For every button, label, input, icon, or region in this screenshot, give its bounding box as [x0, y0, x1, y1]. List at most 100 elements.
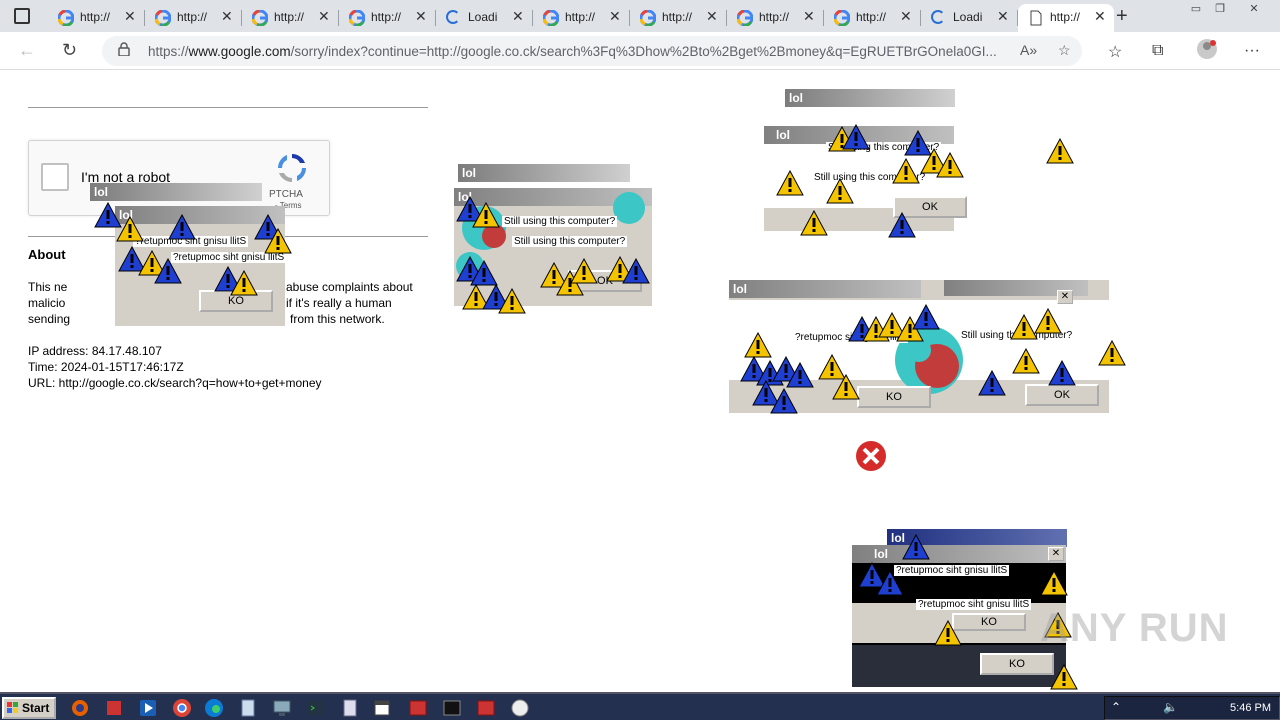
- tab-close-icon[interactable]: ✕: [221, 8, 233, 25]
- dialog-message: ?retupmoc siht gnisu llitS: [894, 565, 1010, 576]
- settings-more-icon[interactable]: ···: [1244, 42, 1260, 60]
- tab-close-icon[interactable]: ✕: [124, 8, 136, 25]
- google-icon: [252, 10, 268, 26]
- profile-avatar[interactable]: [1196, 38, 1218, 65]
- document-taskbar-icon[interactable]: [340, 698, 362, 718]
- browser-tab[interactable]: http:// ✕: [533, 4, 630, 32]
- tab-close-icon[interactable]: ✕: [512, 8, 524, 25]
- tab-close-icon[interactable]: ✕: [803, 8, 815, 25]
- recaptcha-widget: I'm not a robot PTCHA - Terms: [28, 140, 330, 216]
- collections-icon[interactable]: ⧉: [1152, 42, 1163, 60]
- about-text-right-2: if it's really a human: [286, 296, 392, 310]
- tab-close-icon[interactable]: ✕: [415, 8, 427, 25]
- tab-close-icon[interactable]: ✕: [997, 8, 1009, 25]
- ko-button[interactable]: KO: [857, 386, 931, 408]
- tab-strip: http://✕ http://✕ http://✕ http://✕ Loadi ✕ ht…: [0, 0, 1280, 32]
- close-window-button[interactable]: ✕: [1242, 2, 1266, 16]
- about-heading: About: [28, 247, 66, 262]
- tab-close-icon[interactable]: ✕: [609, 8, 621, 25]
- tab-label: http://: [565, 10, 596, 24]
- tab-close-icon[interactable]: ✕: [706, 8, 718, 25]
- about-text-right-1: abuse complaints about: [286, 280, 413, 294]
- media-player-taskbar-icon[interactable]: [138, 698, 160, 718]
- volume-icon[interactable]: 🔈: [1163, 700, 1178, 714]
- browser-tab[interactable]: Loadi ✕: [921, 4, 1018, 32]
- lock-icon: [118, 42, 130, 56]
- tab-label: Loadi: [468, 10, 498, 24]
- chrome-taskbar-icon[interactable]: [172, 698, 194, 718]
- browser-tab[interactable]: http:// ✕: [242, 4, 339, 32]
- new-tab-button[interactable]: +: [1116, 5, 1128, 28]
- ok-button[interactable]: OK: [1025, 384, 1099, 406]
- computer-taskbar-icon[interactable]: [272, 698, 294, 718]
- browser-tab[interactable]: http:// ✕: [145, 4, 242, 32]
- calendar-taskbar-icon[interactable]: [372, 698, 394, 718]
- dialog-titlebar-ghost: lol: [458, 164, 630, 182]
- windows-flag-icon: [7, 702, 18, 713]
- terminal-taskbar-icon[interactable]: [306, 698, 328, 718]
- taskbar: Start ⌃ 🔈 5:46 PM: [0, 692, 1280, 720]
- tab-label: http://: [856, 10, 887, 24]
- anyrun-watermark: ANY RUN: [1040, 606, 1229, 650]
- browser-tab[interactable]: http:// ✕: [727, 4, 824, 32]
- paint-taskbar-icon[interactable]: [510, 698, 532, 718]
- dialog-message: Still using this computer?: [502, 216, 618, 227]
- window-taskbar-icon[interactable]: [476, 698, 498, 718]
- refresh-button[interactable]: ↻: [62, 40, 77, 61]
- tray-arrow-icon[interactable]: ⌃: [1111, 700, 1121, 714]
- dialog-titlebar-ghost: lol: [785, 89, 955, 107]
- browser-tab[interactable]: http:// ✕: [1018, 4, 1114, 32]
- firefox-taskbar-icon[interactable]: [70, 698, 92, 718]
- ko-button[interactable]: KO: [980, 653, 1054, 675]
- recaptcha-logo-icon: [278, 154, 306, 182]
- recaptcha-brand: PTCHA: [269, 189, 303, 200]
- tab-label: http://: [371, 10, 402, 24]
- tab-label: http://: [1050, 10, 1081, 24]
- edge-taskbar-icon[interactable]: [204, 698, 226, 718]
- timestamp: Time: 2024-01-15T17:46:17Z: [28, 360, 184, 374]
- tab-close-icon[interactable]: ✕: [318, 8, 330, 25]
- url-text[interactable]: https://www.google.com/sorry/index?conti…: [148, 44, 1008, 59]
- tab-label: http://: [274, 10, 305, 24]
- browser-tab[interactable]: http:// ✕: [339, 4, 436, 32]
- tab-label: Loadi: [953, 10, 983, 24]
- app-taskbar-icon[interactable]: [104, 698, 126, 718]
- window-taskbar-icon[interactable]: [408, 698, 430, 718]
- back-button[interactable]: ←: [18, 40, 36, 61]
- google-icon: [640, 10, 656, 26]
- restore-button[interactable]: ❐: [1208, 2, 1232, 16]
- dialog-titlebar[interactable]: lol: [729, 280, 921, 298]
- tab-close-icon[interactable]: ✕: [1094, 8, 1106, 25]
- about-text-left-2: malicio: [28, 296, 66, 310]
- loading-icon: [446, 10, 462, 26]
- tab-label: http://: [759, 10, 790, 24]
- tab-label: http://: [662, 10, 693, 24]
- google-icon: [543, 10, 559, 26]
- browser-tab[interactable]: http:// ✕: [48, 4, 145, 32]
- tab-actions-icon[interactable]: [14, 8, 30, 24]
- favorites-icon[interactable]: ☆: [1108, 42, 1122, 62]
- cmd-taskbar-icon[interactable]: [442, 698, 464, 718]
- google-icon: [155, 10, 171, 26]
- read-aloud-icon[interactable]: A»: [1020, 42, 1037, 58]
- minimize-button[interactable]: ▭: [1184, 2, 1208, 16]
- tab-label: http://: [80, 10, 111, 24]
- browser-tab[interactable]: Loadi ✕: [436, 4, 533, 32]
- browser-tab[interactable]: http:// ✕: [630, 4, 727, 32]
- dialog-close-button[interactable]: ✕: [1057, 290, 1073, 304]
- recaptcha-checkbox[interactable]: [41, 163, 69, 191]
- ko-button[interactable]: KO: [952, 613, 1026, 631]
- dialog-titlebar-ghost: lol: [90, 183, 262, 201]
- notepad-taskbar-icon[interactable]: [238, 698, 260, 718]
- about-text-left-1: This ne: [28, 280, 68, 294]
- add-favorite-icon[interactable]: ☆: [1058, 42, 1071, 59]
- tab-label: http://: [177, 10, 208, 24]
- tab-close-icon[interactable]: ✕: [900, 8, 912, 25]
- browser-tab[interactable]: http:// ✕: [824, 4, 921, 32]
- ip-address: IP address: 84.17.48.107: [28, 344, 162, 358]
- address-bar[interactable]: https://www.google.com/sorry/index?conti…: [102, 36, 1082, 66]
- browser-toolbar: ← ↻ https://www.google.com/sorry/index?c…: [0, 32, 1280, 70]
- dialog-titlebar[interactable]: lol: [852, 545, 1066, 563]
- dialog-close-button[interactable]: ✕: [1048, 547, 1064, 561]
- start-button[interactable]: Start: [2, 697, 56, 719]
